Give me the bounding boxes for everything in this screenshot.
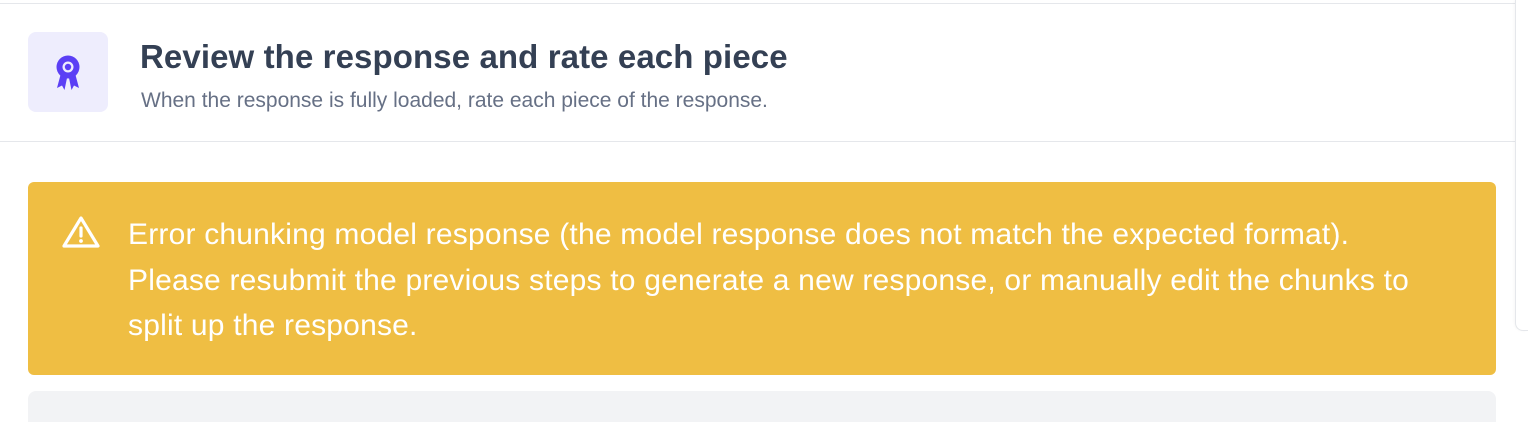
side-panel-edge bbox=[1515, 0, 1528, 331]
award-ribbon-icon bbox=[56, 55, 80, 90]
step-subtitle: When the response is fully loaded, rate … bbox=[141, 89, 768, 112]
warning-triangle-icon bbox=[62, 216, 100, 248]
response-chunks-panel bbox=[28, 391, 1496, 422]
step-title: Review the response and rate each piece bbox=[140, 38, 788, 75]
task-page: Review the response and rate each piece … bbox=[0, 0, 1528, 422]
chunking-error-alert: Error chunking model response (the model… bbox=[28, 182, 1496, 375]
step-icon-tile bbox=[28, 32, 108, 112]
step-header: Review the response and rate each piece … bbox=[0, 4, 1516, 142]
alert-message: Error chunking model response (the model… bbox=[128, 218, 1409, 342]
